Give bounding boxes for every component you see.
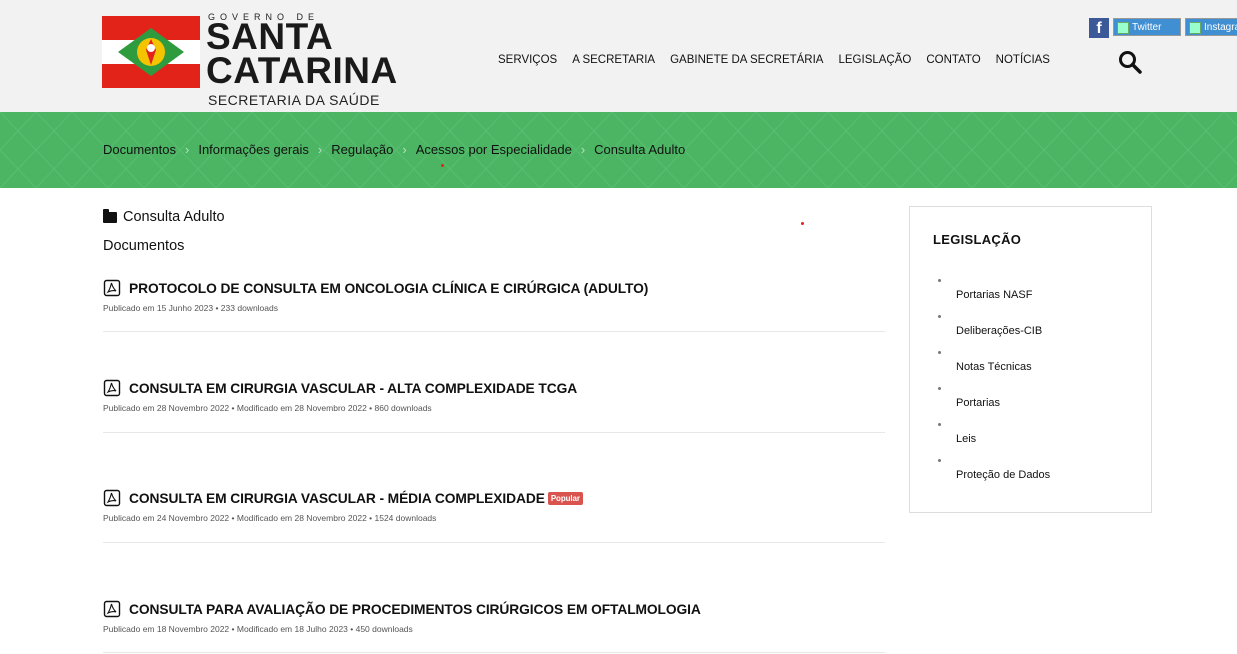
breadcrumb-separator: › [402, 142, 407, 157]
document-meta: Publicado em 28 Novembro 2022 • Modifica… [103, 403, 432, 413]
divider [103, 542, 885, 543]
pdf-file-icon [103, 279, 121, 297]
breadcrumb-current: Consulta Adulto [594, 142, 686, 157]
site-logo[interactable]: GOVERNO DE SANTA CATARINA SECRETARIA DA … [100, 12, 400, 108]
breadcrumb-informacoes-gerais[interactable]: Informações gerais [198, 142, 309, 157]
nav-item-contato[interactable]: CONTATO [926, 54, 980, 66]
document-item: CONSULTA PARA AVALIAÇÃO DE PROCEDIMENTOS… [103, 600, 885, 634]
pdf-file-icon [103, 379, 121, 397]
sidebar-link[interactable]: Portarias NASF [956, 289, 1032, 301]
state-flag-icon [102, 16, 200, 88]
department-label: SECRETARIA DA SAÚDE [208, 92, 380, 108]
document-link[interactable]: CONSULTA PARA AVALIAÇÃO DE PROCEDIMENTOS… [103, 600, 885, 618]
nav-item-gabinete[interactable]: GABINETE DA SECRETÁRIA [670, 54, 823, 66]
red-dot [441, 164, 444, 167]
sidebar-link[interactable]: Leis [956, 433, 976, 445]
legislation-sidebar: LEGISLAÇÃO Portarias NASF Deliberações-C… [909, 206, 1152, 513]
twitter-icon[interactable]: Twitter [1113, 18, 1181, 36]
documents-heading: Documentos [103, 238, 185, 254]
document-title: CONSULTA PARA AVALIAÇÃO DE PROCEDIMENTOS… [129, 601, 701, 617]
document-title: PROTOCOLO DE CONSULTA EM ONCOLOGIA CLÍNI… [129, 280, 649, 296]
category-heading: Consulta Adulto [103, 208, 225, 225]
breadcrumb-acessos[interactable]: Acessos por Especialidade [416, 142, 572, 157]
nav-item-secretaria[interactable]: A SECRETARIA [572, 54, 655, 66]
search-icon[interactable] [1118, 50, 1142, 74]
breadcrumb-regulacao[interactable]: Regulação [331, 142, 393, 157]
folder-icon [103, 208, 117, 223]
state-name-line1: SANTA [206, 16, 334, 57]
nav-item-servicos[interactable]: SERVIÇOS [498, 54, 557, 66]
document-link[interactable]: PROTOCOLO DE CONSULTA EM ONCOLOGIA CLÍNI… [103, 279, 885, 297]
document-meta: Publicado em 15 Junho 2023 • 233 downloa… [103, 303, 278, 313]
document-title: CONSULTA EM CIRURGIA VASCULAR - ALTA COM… [129, 380, 578, 396]
document-item: CONSULTA EM CIRURGIA VASCULAR - MÉDIA CO… [103, 489, 885, 523]
instagram-icon[interactable]: Instagram [1185, 18, 1237, 36]
pdf-file-icon [103, 489, 121, 507]
divider [103, 652, 885, 653]
document-meta: Publicado em 18 Novembro 2022 • Modifica… [103, 624, 413, 634]
document-link[interactable]: CONSULTA EM CIRURGIA VASCULAR - MÉDIA CO… [103, 489, 885, 507]
document-link[interactable]: CONSULTA EM CIRURGIA VASCULAR - ALTA COM… [103, 379, 885, 397]
social-links: f Twitter Instagram [1089, 18, 1237, 38]
breadcrumb-separator: › [580, 142, 586, 157]
breadcrumb: Documentos › Informações gerais › Regula… [103, 142, 685, 157]
divider [103, 331, 885, 332]
sidebar-link[interactable]: Notas Técnicas [956, 361, 1032, 373]
category-title: Consulta Adulto [123, 209, 225, 225]
facebook-icon[interactable]: f [1089, 18, 1109, 38]
main-nav: SERVIÇOS A SECRETARIA GABINETE DA SECRET… [498, 54, 1065, 66]
site-header: GOVERNO DE SANTA CATARINA SECRETARIA DA … [0, 0, 1237, 112]
red-dot [801, 222, 804, 225]
breadcrumb-separator: › [317, 142, 323, 157]
nav-item-noticias[interactable]: NOTÍCIAS [996, 54, 1050, 66]
sidebar-link[interactable]: Proteção de Dados [956, 469, 1050, 481]
document-meta: Publicado em 24 Novembro 2022 • Modifica… [103, 513, 437, 523]
divider [103, 432, 885, 433]
document-item: CONSULTA EM CIRURGIA VASCULAR - ALTA COM… [103, 379, 885, 413]
breadcrumb-bar: Documentos › Informações gerais › Regula… [0, 112, 1237, 188]
sidebar-link[interactable]: Deliberações-CIB [956, 325, 1042, 337]
sidebar-title: LEGISLAÇÃO [933, 232, 1022, 247]
state-name-line2: CATARINA [206, 50, 398, 91]
breadcrumb-documentos[interactable]: Documentos [103, 142, 176, 157]
popular-badge: Popular [547, 491, 583, 505]
sidebar-link[interactable]: Portarias [956, 397, 1000, 409]
document-item: PROTOCOLO DE CONSULTA EM ONCOLOGIA CLÍNI… [103, 279, 885, 313]
breadcrumb-separator: › [184, 142, 190, 157]
pdf-file-icon [103, 600, 121, 618]
document-title: CONSULTA EM CIRURGIA VASCULAR - MÉDIA CO… [129, 490, 545, 506]
nav-item-legislacao[interactable]: LEGISLAÇÃO [838, 54, 911, 66]
